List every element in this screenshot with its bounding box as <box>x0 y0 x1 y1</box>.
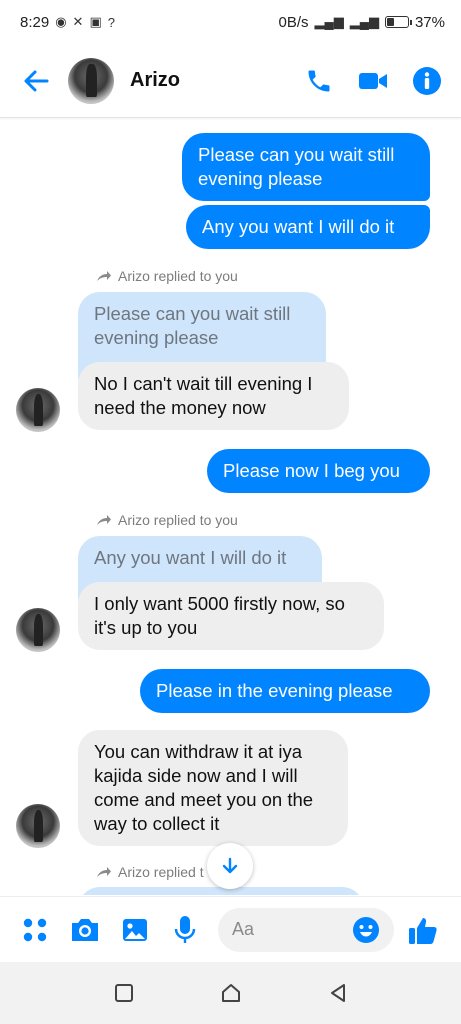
battery-percent: 37% <box>414 13 445 31</box>
voice-call-button[interactable] <box>299 61 339 101</box>
incoming-message[interactable]: I only want 5000 firstly now, so it's up… <box>78 582 384 650</box>
more-actions-button[interactable] <box>18 913 52 947</box>
message-composer: Aa <box>0 896 461 962</box>
conversation-info-button[interactable] <box>407 61 447 101</box>
back-arrow-icon <box>24 70 49 91</box>
battery-icon <box>384 16 412 28</box>
message-input[interactable]: Aa <box>218 907 394 952</box>
info-icon <box>413 66 441 95</box>
scroll-to-bottom-button[interactable] <box>207 843 253 889</box>
outgoing-message[interactable]: Any you want I will do it <box>186 205 430 249</box>
battery-fill <box>386 18 395 26</box>
microphone-icon <box>174 915 196 943</box>
contact-name[interactable]: Arizo <box>130 69 299 92</box>
contact-avatar[interactable] <box>68 57 114 104</box>
missed-call-icon: ✕ <box>72 14 84 29</box>
video-call-button[interactable] <box>353 61 393 101</box>
apps-icon <box>23 918 47 941</box>
signal-strength-icon: ▂▄▆ <box>314 14 344 29</box>
reply-indicator: Arizo replied t <box>96 864 204 880</box>
system-navigation-bar <box>0 962 461 1024</box>
gallery-icon <box>123 918 147 941</box>
camera-button[interactable] <box>68 913 102 947</box>
like-button[interactable] <box>406 913 440 947</box>
thumbs-up-icon <box>409 917 437 944</box>
gallery-button[interactable] <box>118 913 152 947</box>
scroll-down-icon <box>222 857 238 874</box>
outgoing-message[interactable]: Please can you wait still evening please <box>182 133 430 201</box>
image-notification-icon: ▣ <box>89 14 102 29</box>
reply-arrow-icon <box>97 515 111 525</box>
camera-icon <box>72 918 98 941</box>
sender-avatar[interactable] <box>16 804 60 848</box>
incoming-message[interactable]: No I can't wait till evening I need the … <box>78 362 349 430</box>
sender-avatar[interactable] <box>16 388 60 432</box>
reply-arrow-icon <box>97 271 111 281</box>
sender-avatar[interactable] <box>16 608 60 652</box>
message-thread[interactable]: Please can you wait still evening please… <box>0 119 461 895</box>
home-button[interactable] <box>211 973 251 1013</box>
status-bar: 8:29 ◉ ✕ ▣ ? 0B/s ▂▄▆ ▂▄▆ 37% <box>0 0 461 44</box>
signal-strength-2-icon: ▂▄▆ <box>349 14 379 29</box>
conversation-header: Arizo <box>0 44 461 118</box>
status-time: 8:29 <box>20 13 50 31</box>
back-button[interactable] <box>18 63 54 99</box>
signal-small-icon: ? <box>107 14 115 30</box>
video-camera-icon <box>359 72 387 89</box>
home-icon <box>221 984 240 1002</box>
reply-arrow-icon <box>97 867 111 877</box>
network-speed: 0B/s <box>278 13 309 31</box>
message-input-placeholder: Aa <box>232 919 255 939</box>
quoted-message[interactable] <box>78 887 364 895</box>
reply-indicator: Arizo replied to you <box>96 512 238 528</box>
outgoing-message[interactable]: Please now I beg you <box>207 449 430 493</box>
outgoing-message[interactable]: Please in the evening please <box>140 669 430 713</box>
recents-button[interactable] <box>104 973 144 1013</box>
messenger-notification-icon: ◉ <box>55 14 67 29</box>
incoming-message[interactable]: You can withdraw it at iya kajida side n… <box>78 730 348 846</box>
square-icon <box>114 984 133 1002</box>
system-back-button[interactable] <box>318 973 358 1013</box>
back-triangle-icon <box>330 984 345 1002</box>
phone-icon <box>308 70 330 91</box>
reply-indicator: Arizo replied to you <box>96 268 238 284</box>
emoji-icon[interactable] <box>352 916 380 944</box>
voice-clip-button[interactable] <box>168 913 202 947</box>
